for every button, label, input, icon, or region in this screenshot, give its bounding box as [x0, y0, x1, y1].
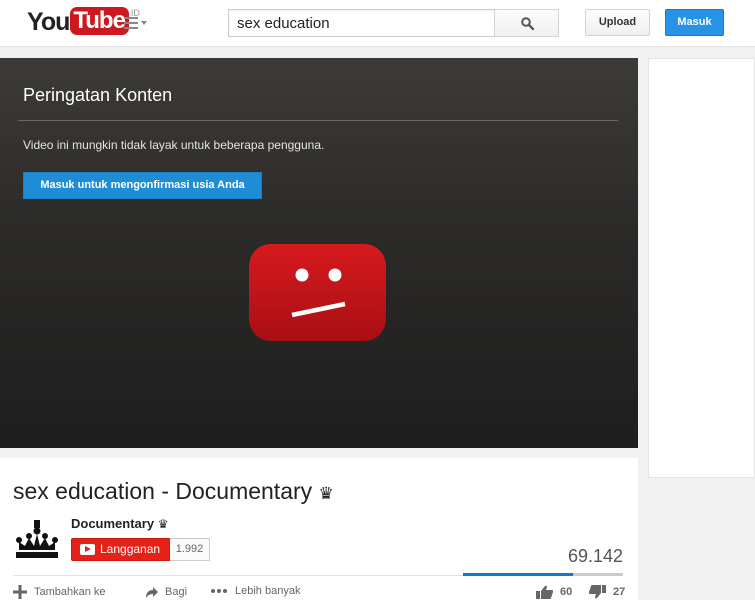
- channel-avatar[interactable]: [13, 516, 61, 564]
- add-to-label: Tambahkan ke: [34, 586, 106, 598]
- logo-you-text: You: [27, 8, 70, 36]
- like-count: 60: [560, 586, 573, 598]
- search-icon: [521, 17, 534, 30]
- content-warning-text: Video ini mungkin tidak layak untuk bebe…: [23, 138, 325, 152]
- guide-menu-button[interactable]: [124, 13, 148, 33]
- youtube-play-icon: [80, 544, 95, 555]
- search-input[interactable]: [229, 10, 495, 36]
- chevron-down-icon: [141, 21, 147, 25]
- dislike-ratio-bar: [573, 573, 623, 576]
- share-button[interactable]: Bagi: [144, 585, 187, 599]
- logo-tube-text: Tube: [70, 7, 129, 35]
- hamburger-icon: [124, 17, 138, 32]
- subscriber-count: 1.992: [170, 538, 210, 561]
- upload-button[interactable]: Upload: [585, 9, 650, 36]
- confirm-age-button[interactable]: Masuk untuk mengonfirmasi usia Anda: [23, 172, 262, 199]
- sidebar-panel: [648, 58, 755, 478]
- video-title-text: sex education - Documentary: [13, 478, 313, 504]
- dislike-button[interactable]: 27: [589, 585, 625, 599]
- video-title: sex education - Documentary ♛: [13, 478, 334, 505]
- more-dots-icon: [211, 589, 227, 593]
- thumbs-down-icon: [589, 585, 606, 599]
- like-ratio-bar: [463, 573, 573, 576]
- crown-icon: ♛: [318, 484, 334, 503]
- content-warning-title: Peringatan Konten: [23, 85, 173, 105]
- crown-icon: ♛: [157, 517, 169, 531]
- add-to-button[interactable]: Tambahkan ke: [13, 585, 106, 599]
- more-label: Lebih banyak: [235, 585, 301, 597]
- channel-name-text: Documentary: [71, 516, 155, 531]
- view-count: 69.142: [567, 546, 623, 566]
- like-button[interactable]: 60: [536, 585, 572, 599]
- subscribe-button[interactable]: Langganan: [71, 538, 170, 561]
- youtube-logo[interactable]: You Tube ID: [27, 7, 140, 37]
- subscribe-label: Langganan: [100, 542, 161, 556]
- warning-divider: [18, 120, 618, 121]
- share-label: Bagi: [165, 586, 188, 598]
- masthead: You Tube ID Upload Masuk: [0, 0, 755, 47]
- dislike-count: 27: [613, 586, 626, 598]
- plus-icon: [13, 585, 27, 599]
- more-button[interactable]: Lebih banyak: [210, 585, 300, 597]
- sad-face-error-icon: [249, 244, 386, 341]
- watch-info: sex education - Documentary ♛ Documentar…: [0, 458, 638, 600]
- search-box[interactable]: [228, 9, 495, 37]
- video-player[interactable]: Peringatan Konten Video ini mungkin tida…: [0, 58, 638, 448]
- thumbs-up-icon: [536, 585, 553, 599]
- share-icon: [146, 587, 158, 598]
- search-button[interactable]: [494, 9, 559, 37]
- channel-name[interactable]: Documentary ♛: [71, 516, 168, 531]
- signin-button[interactable]: Masuk: [665, 9, 724, 36]
